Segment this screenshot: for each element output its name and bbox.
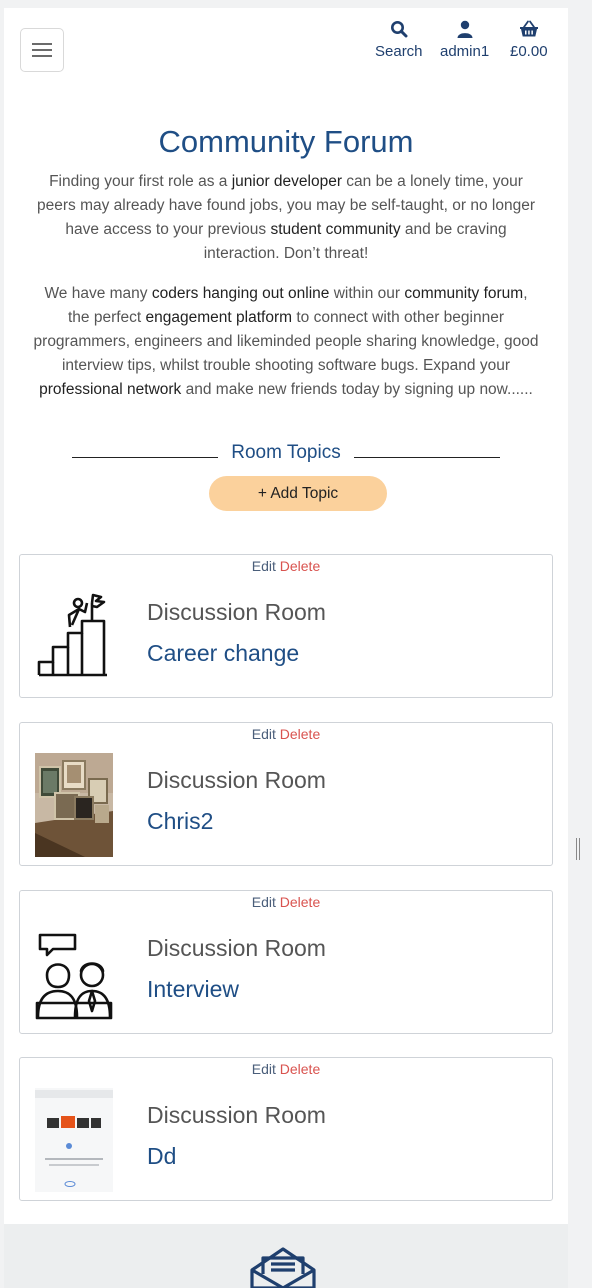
edit-room-link[interactable]: Edit [252, 558, 276, 574]
edit-room-link[interactable]: Edit [252, 726, 276, 742]
account-nav[interactable]: admin1 [440, 20, 489, 60]
menu-toggle-button[interactable] [20, 28, 64, 72]
page-title: Community Forum [158, 124, 414, 159]
room-topics-heading: Room Topics [231, 442, 341, 463]
edit-room-link[interactable]: Edit [252, 894, 276, 910]
room-actions: Edit Delete [20, 894, 552, 910]
add-topic-button[interactable]: + Add Topic [209, 476, 387, 511]
account-label: admin1 [440, 43, 490, 60]
room-actions: Edit Delete [20, 1061, 552, 1077]
interview-people-icon [35, 933, 113, 1020]
room-actions: Edit Delete [20, 726, 552, 742]
envelope-icon [250, 1247, 316, 1288]
footer [4, 1224, 568, 1288]
resize-handle[interactable] [576, 838, 580, 860]
search-nav[interactable]: Search [375, 20, 423, 60]
room-card[interactable]: Edit Delete Discussion Room Dd [19, 1057, 553, 1201]
room-heading: Discussion Room [147, 599, 326, 625]
room-name-link[interactable]: Chris2 [147, 808, 213, 835]
room-card[interactable]: Edit Delete Discussion Room Chris2 [19, 722, 553, 866]
basket-icon [519, 20, 538, 37]
delete-room-link[interactable]: Delete [280, 726, 320, 742]
room-name-link[interactable]: Interview [147, 976, 239, 1003]
intro-paragraph-2: We have many coders hanging out online w… [33, 285, 539, 398]
user-icon [457, 20, 473, 38]
page: Search admin1 £0.00 Community Forum Find… [4, 8, 568, 1288]
screenshot-thumbnail-image [35, 1088, 113, 1192]
career-ladder-icon [37, 593, 107, 677]
intro-paragraph-1: Finding your first role as a junior deve… [36, 173, 535, 262]
basket-total: £0.00 [510, 43, 548, 60]
search-icon [390, 21, 408, 38]
room-heading: Discussion Room [147, 1102, 326, 1128]
room-card[interactable]: Edit Delete Discussion Room Career chang… [19, 554, 553, 698]
hamburger-icon [32, 43, 52, 57]
delete-room-link[interactable]: Delete [280, 558, 320, 574]
delete-room-link[interactable]: Delete [280, 1061, 320, 1077]
room-name-link[interactable]: Career change [147, 640, 299, 667]
room-name-link[interactable]: Dd [147, 1143, 176, 1170]
room-heading: Discussion Room [147, 935, 326, 961]
room-card[interactable]: Edit Delete Discussion Room Interview [19, 890, 553, 1034]
divider-right [354, 457, 500, 458]
search-label: Search [375, 43, 423, 60]
edit-room-link[interactable]: Edit [252, 1061, 276, 1077]
basket-nav[interactable]: £0.00 [510, 20, 548, 60]
room-actions: Edit Delete [20, 558, 552, 574]
delete-room-link[interactable]: Delete [280, 894, 320, 910]
room-heading: Discussion Room [147, 767, 326, 793]
photo-frames-image [35, 753, 113, 857]
